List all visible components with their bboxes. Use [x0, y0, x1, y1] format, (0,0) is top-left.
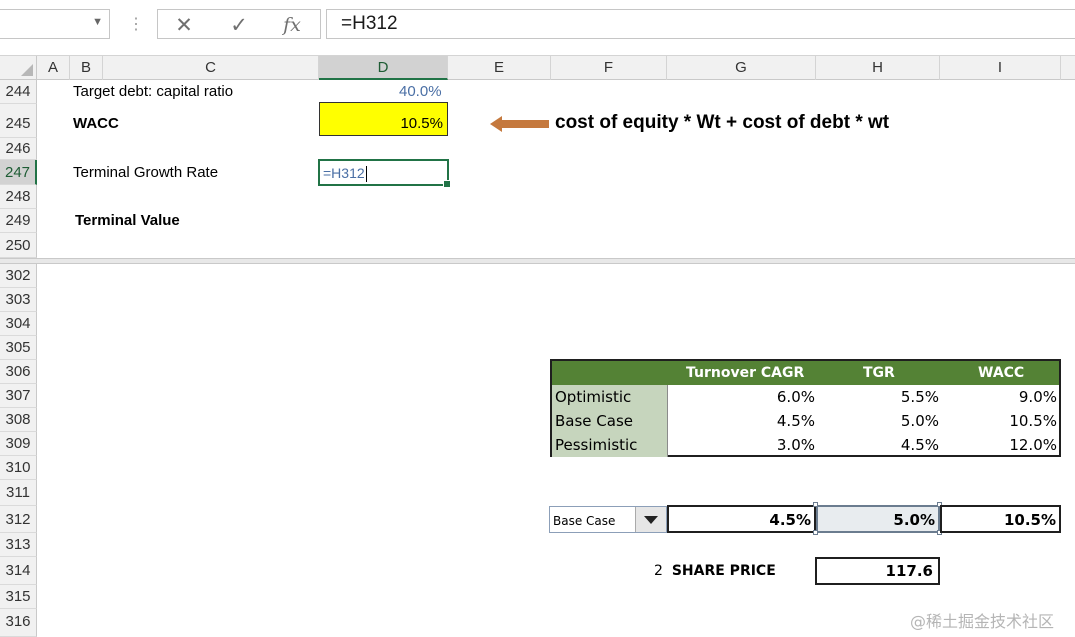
- formula-input[interactable]: =H312: [326, 9, 1075, 39]
- scenario-tgr-value[interactable]: 5.0%: [817, 409, 941, 433]
- column-headers: A B C D E F G H I: [0, 56, 1075, 80]
- scenario-header-tgr[interactable]: TGR: [817, 361, 941, 385]
- row-header[interactable]: 313: [0, 533, 37, 557]
- name-box[interactable]: ▼: [0, 9, 110, 39]
- share-price-label[interactable]: 2 SHARE PRICE: [654, 563, 776, 579]
- target-debt-value[interactable]: 40.0%: [399, 83, 442, 100]
- enter-icon[interactable]: ✓: [225, 13, 253, 38]
- reference-handle: [813, 502, 818, 507]
- row-header[interactable]: 248: [0, 185, 37, 209]
- select-all-icon: [21, 64, 33, 76]
- row-header[interactable]: 308: [0, 408, 37, 432]
- text-cursor: [365, 166, 367, 183]
- active-cell-editor[interactable]: =H312: [318, 159, 451, 188]
- watermark: @稀土掘金技术社区: [910, 612, 1055, 631]
- select-all-button[interactable]: [0, 56, 37, 80]
- arrow-left-icon: [490, 116, 502, 132]
- scenario-header-wacc[interactable]: WACC: [941, 361, 1059, 385]
- row-header[interactable]: 311: [0, 480, 37, 506]
- scenario-wacc-value[interactable]: 9.0%: [941, 385, 1059, 409]
- row-header[interactable]: 310: [0, 456, 37, 480]
- scenario-header-cagr[interactable]: Turnover CAGR: [668, 361, 817, 385]
- row-header[interactable]: 306: [0, 360, 37, 384]
- column-header-i[interactable]: I: [940, 56, 1061, 80]
- column-header-b[interactable]: B: [70, 56, 103, 80]
- scenario-label[interactable]: Base Case: [552, 409, 668, 433]
- terminal-value-label[interactable]: Terminal Value: [75, 212, 180, 229]
- annotation-text: cost of equity * Wt + cost of debt * wt: [555, 112, 890, 133]
- scenario-tgr-value[interactable]: 4.5%: [817, 433, 941, 457]
- scenario-header-blank[interactable]: [552, 361, 668, 385]
- wacc-label[interactable]: WACC: [73, 115, 119, 132]
- fill-handle[interactable]: [443, 180, 451, 188]
- row-header-selected[interactable]: 247: [0, 160, 37, 185]
- row-header[interactable]: 316: [0, 609, 37, 637]
- freeze-pane-split[interactable]: [0, 258, 1075, 264]
- scenario-table: Turnover CAGR TGR WACC Optimistic 6.0% 5…: [550, 359, 1061, 457]
- insert-function-icon[interactable]: fx: [278, 14, 306, 36]
- dropdown-button[interactable]: [635, 507, 666, 532]
- scenario-cagr-value[interactable]: 3.0%: [668, 433, 817, 457]
- wacc-cell[interactable]: 10.5%: [319, 102, 448, 136]
- row-header[interactable]: 305: [0, 336, 37, 360]
- scenario-label[interactable]: Optimistic: [552, 385, 668, 409]
- row-header[interactable]: 309: [0, 432, 37, 456]
- share-price-value[interactable]: 117.6: [815, 557, 940, 585]
- scenario-cagr-value[interactable]: 6.0%: [668, 385, 817, 409]
- scenario-dropdown[interactable]: Base Case: [549, 506, 667, 533]
- formula-buttons: ✕ ✓ fx: [157, 9, 321, 39]
- row-header[interactable]: 304: [0, 312, 37, 336]
- drag-handle-icon[interactable]: ⋮: [128, 14, 144, 34]
- row-header[interactable]: 246: [0, 138, 37, 160]
- chevron-down-icon[interactable]: ▼: [92, 16, 103, 28]
- arrow-shaft: [500, 120, 549, 128]
- row-header[interactable]: 315: [0, 585, 37, 609]
- active-cell-formula: =H312: [323, 165, 365, 181]
- reference-handle: [813, 530, 818, 535]
- cancel-icon[interactable]: ✕: [170, 13, 198, 38]
- scenario-dropdown-value: Base Case: [553, 514, 616, 528]
- column-header-d[interactable]: D: [319, 56, 448, 80]
- chevron-down-icon: [644, 516, 658, 524]
- row-header[interactable]: 245: [0, 104, 37, 138]
- share-price-text: SHARE PRICE: [671, 563, 776, 579]
- row-header[interactable]: 244: [0, 80, 37, 104]
- selected-tgr-value[interactable]: 5.0%: [816, 505, 940, 533]
- column-header-a[interactable]: A: [37, 56, 70, 80]
- column-header-e[interactable]: E: [448, 56, 551, 80]
- row-header[interactable]: 303: [0, 288, 37, 312]
- row-header[interactable]: 312: [0, 506, 37, 533]
- column-header-g[interactable]: G: [667, 56, 816, 80]
- scenario-wacc-value[interactable]: 12.0%: [941, 433, 1059, 457]
- scenario-cagr-value[interactable]: 4.5%: [668, 409, 817, 433]
- terminal-growth-label[interactable]: Terminal Growth Rate: [73, 164, 218, 181]
- scenario-tgr-value[interactable]: 5.5%: [817, 385, 941, 409]
- row-header[interactable]: 250: [0, 233, 37, 258]
- scenario-wacc-value[interactable]: 10.5%: [941, 409, 1059, 433]
- row-header[interactable]: 314: [0, 557, 37, 585]
- selected-wacc-value[interactable]: 10.5%: [940, 505, 1061, 533]
- row-header[interactable]: 249: [0, 209, 37, 233]
- row-header[interactable]: 302: [0, 264, 37, 288]
- column-header-c[interactable]: C: [103, 56, 319, 80]
- row-header[interactable]: 307: [0, 384, 37, 408]
- selected-cagr-value[interactable]: 4.5%: [667, 505, 816, 533]
- share-price-index: 2: [654, 563, 663, 579]
- scenario-label[interactable]: Pessimistic: [552, 433, 668, 457]
- target-debt-label[interactable]: Target debt: capital ratio: [73, 83, 233, 100]
- column-header-f[interactable]: F: [551, 56, 667, 80]
- column-header-h[interactable]: H: [816, 56, 940, 80]
